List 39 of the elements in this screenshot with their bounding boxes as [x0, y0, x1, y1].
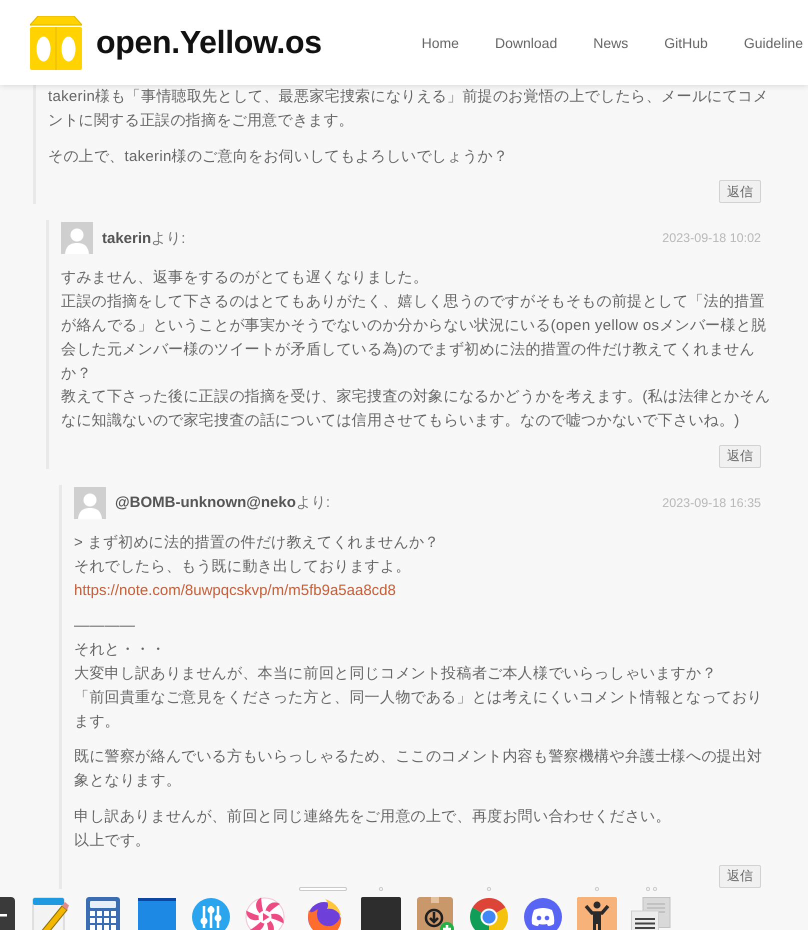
package-download-icon[interactable]	[415, 897, 455, 930]
comment-date: 2023-09-18 16:35	[662, 496, 761, 510]
nav-link[interactable]: News	[593, 34, 628, 50]
controller-face-icon[interactable]	[523, 897, 563, 930]
comment-paragraph: 申し訳ありませんが、前回と同じ連絡先をご用意の上で、再度お問い合わせください。 以上です。	[74, 806, 672, 851]
reply-button[interactable]: 返信	[719, 444, 761, 468]
comment-author: takerinより:	[102, 228, 186, 248]
cube-logo-icon	[30, 16, 82, 70]
sliders-icon[interactable]	[191, 897, 231, 930]
nav-link[interactable]: GitHub	[664, 34, 708, 50]
comment-date: 2023-09-18 10:02	[662, 231, 761, 246]
active-window-indicator	[299, 887, 347, 891]
nav-link[interactable]: Guideline	[744, 34, 803, 50]
running-indicator	[379, 887, 383, 891]
documents-icon[interactable]	[631, 897, 671, 930]
pinwheel-play-icon[interactable]	[245, 897, 285, 930]
reply-button[interactable]: 返信	[719, 864, 761, 888]
calculator-icon[interactable]	[83, 897, 123, 930]
comment-paragraph: takerin様も「事情聴取先として、最悪家宅捜索になりえる」前提のお覚悟の上でしたら、メールにてコメントに関する正誤の指摘をご用意できます。	[48, 87, 770, 131]
minus-tile-icon[interactable]	[0, 897, 15, 930]
comment-paragraph: 既に警察が絡んでいる方もいらっしゃるため、ここのコメント内容も警察機構や弁護士様への提出対象となります。	[74, 747, 764, 792]
running-indicator	[487, 887, 491, 891]
person-arms-up-icon[interactable]	[577, 897, 617, 930]
comment-paragraph: その上で、takerin様のご意向をお伺いしてもよろしいでしょうか？	[48, 146, 510, 167]
comment-author: @BOMB-unknown@nekoより:	[115, 493, 330, 512]
user-silhouette-icon	[74, 486, 106, 519]
window-icon[interactable]	[137, 897, 177, 930]
comment-paragraph: > まず初めに法的措置の件だけ教えてくれませんか？ それでしたら、もう既に動き出しておりますよ。 https://note.com/8uwpqcskvp/m/m5fb9a5aa8cd8	[74, 532, 440, 601]
nav-link[interactable]: Download	[494, 34, 558, 50]
site-logo-text[interactable]: open.Yellow.os	[96, 24, 322, 61]
running-indicator	[595, 887, 599, 891]
reply-button[interactable]: 返信	[719, 180, 761, 204]
user-silhouette-icon	[61, 222, 93, 254]
comment-paragraph: すみません、返事をするのがとても遅くなりました。 正誤の指摘をして下さるのはとてもありがたく、嬉しく思うのですがそもそもの前提として「法的措置が絡んでる」ということが事実かそうでないのか分からない状況にいる(open yellow osメンバー様と脱会した元メンバー様のツイートが矛盾している為)のでまず初めに法的措置の件だけ教えてくれませんか？ 教えて下さった後に正誤の指摘を受け、家宅捜査の対象になるかどうかを考えます。(私は法律とかそんなに知識ないので家宅捜査の話については信用させてもらいます。なので嘘つかないで下さいね。)	[61, 268, 772, 432]
comment-link[interactable]: https://note.com/8uwpqcskvp/m/m5fb9a5aa8cd8	[74, 582, 396, 599]
blank-tile-icon[interactable]	[361, 897, 401, 930]
segmented-circle-icon[interactable]	[469, 897, 509, 930]
comment-paragraph: ———— それと・・・ 大変申し訳ありませんが、本当に前回と同じコメント投稿者ご本人様でいらっしゃいますか？ 「前回貴重なご意見をくださった方と、同一人物である」とは考えにくいコメント情報となっております。	[74, 616, 764, 732]
nav-link[interactable]: Home	[422, 34, 459, 50]
